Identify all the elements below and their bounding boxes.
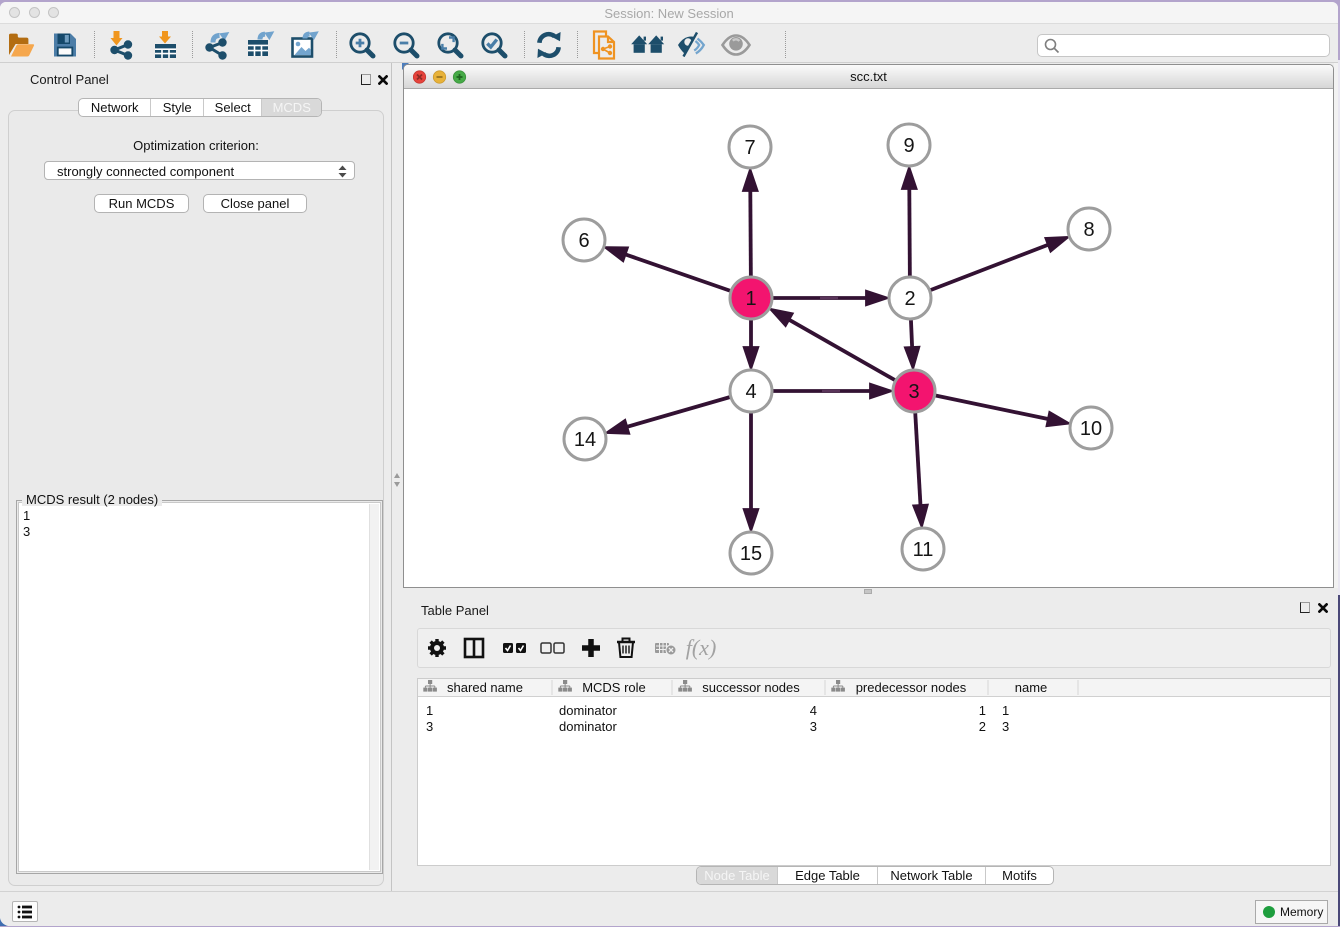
svg-text:predecessor nodes: predecessor nodes (856, 680, 967, 695)
svg-text:9: 9 (903, 135, 914, 157)
svg-text:4: 4 (810, 703, 817, 718)
svg-text:1: 1 (745, 288, 756, 310)
svg-text:8: 8 (1083, 219, 1094, 241)
svg-text:dominator: dominator (559, 719, 617, 734)
svg-text:successor nodes: successor nodes (702, 680, 800, 695)
svg-text:1: 1 (1002, 703, 1009, 718)
svg-text:3: 3 (810, 719, 817, 734)
svg-text:3: 3 (426, 719, 433, 734)
svg-text:6: 6 (578, 230, 589, 252)
svg-text:11: 11 (913, 539, 934, 561)
svg-text:1: 1 (426, 703, 433, 718)
svg-text:15: 15 (740, 543, 762, 565)
svg-text:3: 3 (1002, 719, 1009, 734)
svg-text:7: 7 (744, 137, 755, 159)
svg-text:14: 14 (574, 429, 596, 451)
svg-text:10: 10 (1080, 418, 1102, 440)
svg-text:dominator: dominator (559, 703, 617, 718)
svg-text:2: 2 (904, 288, 915, 310)
svg-text:2: 2 (979, 719, 986, 734)
svg-text:shared name: shared name (447, 680, 523, 695)
svg-text:3: 3 (908, 381, 919, 403)
svg-text:4: 4 (745, 381, 756, 403)
svg-text:name: name (1015, 680, 1048, 695)
svg-text:MCDS role: MCDS role (582, 680, 646, 695)
svg-text:f(x): f(x) (686, 635, 717, 660)
svg-text:1: 1 (979, 703, 986, 718)
